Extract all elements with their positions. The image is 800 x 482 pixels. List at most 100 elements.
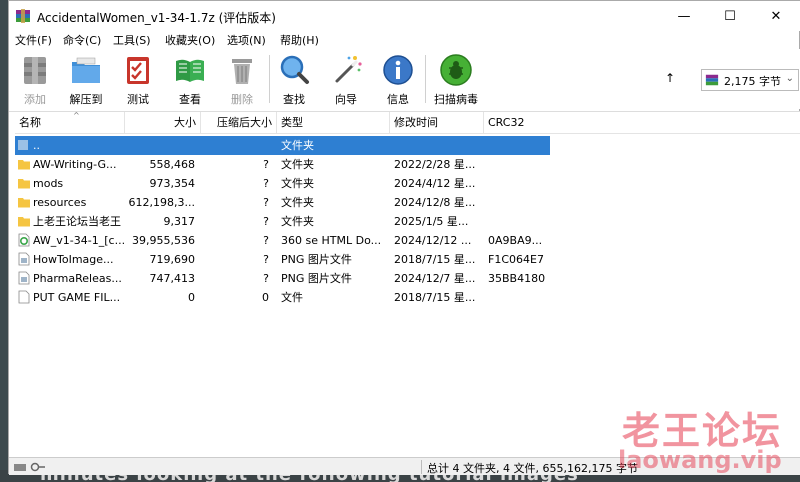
table-row[interactable]: AW-Writing-G... 558,468 ? 文件夹 2022/2/28 … (15, 155, 550, 174)
scan-virus-label: 扫描病毒 (434, 93, 478, 106)
cell-size (125, 136, 195, 155)
cell-name: resources (33, 196, 87, 209)
cell-packed: ? (263, 253, 269, 266)
column-header-packed[interactable]: 压缩后大小 (201, 112, 277, 134)
watermark-url: laowang.vip (618, 446, 782, 474)
cell-type: 文件夹 (281, 158, 314, 171)
cell-packed: ? (263, 158, 269, 171)
menu-file[interactable]: 文件(F) (15, 32, 52, 48)
chevron-down-icon: ⌄ (785, 73, 794, 84)
table-row[interactable]: .. 文件夹 (15, 136, 550, 155)
table-row[interactable]: HowToImage... 719,690 ? PNG 图片文件 2018/7/… (15, 250, 550, 269)
status-summary: 总计 4 文件夹, 4 文件, 655,162,175 字节 (427, 462, 638, 475)
up-arrow-icon[interactable]: ↑ (665, 71, 675, 85)
cell-modified (394, 136, 484, 155)
column-header-type[interactable]: 类型 (277, 112, 390, 134)
cell-name: 上老王论坛当老王 (33, 215, 121, 228)
close-button[interactable]: ✕ (753, 1, 799, 31)
maximize-button[interactable]: ☐ (707, 1, 753, 31)
search-icon (280, 55, 309, 84)
winrar-app-icon (16, 9, 30, 23)
delete-label: 删除 (231, 93, 253, 106)
size-dropdown[interactable]: 2,175 字节 ⌄ (701, 69, 799, 91)
table-row[interactable]: resources 612,198,3... ? 文件夹 2024/12/8 星… (15, 193, 550, 212)
cell-packed: ? (263, 234, 269, 247)
cell-modified: 2022/2/28 星... (394, 158, 476, 171)
minimize-button[interactable]: — (661, 1, 707, 31)
column-header-modified[interactable]: 修改时间 (390, 112, 484, 134)
cell-type: 文件夹 (281, 139, 314, 152)
add-button[interactable]: 添加 (12, 53, 58, 106)
toolbar-separator (425, 55, 426, 103)
cell-name: mods (33, 177, 64, 190)
magic-wand-icon (335, 56, 362, 83)
cell-modified: 2018/7/15 星... (394, 253, 476, 266)
folder-icon (18, 160, 30, 170)
virus-scan-icon (440, 54, 472, 86)
title-bar[interactable]: AccidentalWomen_v1-34-1.7z (评估版本) — ☐ ✕ (9, 1, 800, 31)
html-file-icon (18, 233, 30, 247)
image-file-icon (18, 271, 30, 285)
cell-modified: 2018/7/15 星... (394, 291, 476, 304)
column-header-name[interactable]: 名称 ^ (15, 111, 125, 134)
cell-modified: 2025/1/5 星... (394, 215, 469, 228)
cell-size: 612,198,3... (128, 196, 195, 209)
menu-commands[interactable]: 命令(C) (63, 32, 101, 48)
cell-type: PNG 图片文件 (281, 253, 352, 266)
table-row[interactable]: PUT GAME FIL... 0 0 文件 2018/7/15 星... (15, 288, 550, 307)
table-row[interactable]: AW_v1-34-1_[c... 39,955,536 ? 360 se HTM… (15, 231, 550, 250)
scan-virus-button[interactable]: 扫描病毒 (433, 53, 479, 106)
test-button[interactable]: 测试 (115, 53, 161, 106)
find-button[interactable]: 查找 (271, 53, 317, 106)
add-icon (24, 57, 46, 84)
cell-name: PUT GAME FIL... (33, 291, 121, 304)
cell-crc32 (488, 193, 550, 212)
cell-crc32 (488, 136, 550, 155)
test-clipboard-icon (127, 57, 149, 84)
image-file-icon (18, 252, 30, 266)
minimize-icon: — (677, 8, 691, 24)
cell-size: 973,354 (149, 177, 196, 190)
extract-to-button[interactable]: 解压到 (63, 53, 109, 106)
table-row[interactable]: 上老王论坛当老王 9,317 ? 文件夹 2025/1/5 星... (15, 212, 550, 231)
view-button[interactable]: 查看 (167, 53, 213, 106)
cell-name: AW-Writing-G... (33, 158, 117, 171)
wizard-button[interactable]: 向导 (323, 53, 369, 106)
column-header-size[interactable]: 大小 (125, 112, 201, 134)
cell-modified: 2024/12/12 ... (394, 234, 472, 247)
column-header-crc32[interactable]: CRC32 (484, 112, 550, 134)
folder-up-icon (18, 140, 28, 150)
drive-key-icon[interactable] (13, 460, 47, 474)
maximize-icon: ☐ (724, 8, 736, 24)
cell-name: .. (33, 139, 40, 152)
archive-icon (705, 74, 719, 86)
cell-type: 文件夹 (281, 215, 314, 228)
toolbar-separator (269, 55, 270, 103)
menu-options[interactable]: 选项(N) (227, 32, 266, 48)
view-book-icon (176, 59, 204, 82)
cell-crc32 (488, 212, 550, 231)
extract-folder-icon (72, 57, 100, 83)
cell-packed: 0 (262, 291, 269, 304)
menu-favorites[interactable]: 收藏夹(O) (165, 32, 215, 48)
cell-type: 文件 (281, 291, 303, 304)
menu-tools[interactable]: 工具(S) (113, 32, 151, 48)
info-label: 信息 (387, 93, 409, 106)
cell-crc32: 35BB4180 (488, 272, 546, 285)
cell-modified: 2024/12/8 星... (394, 196, 476, 209)
cell-packed: ? (263, 177, 269, 190)
cell-crc32: 0A9BA9... (488, 234, 543, 247)
cell-crc32 (488, 288, 550, 307)
trash-icon (232, 59, 252, 84)
add-label: 添加 (24, 93, 46, 106)
delete-button[interactable]: 删除 (219, 53, 265, 106)
info-button[interactable]: 信息 (375, 53, 421, 106)
menu-help[interactable]: 帮助(H) (280, 32, 319, 48)
window-title: AccidentalWomen_v1-34-1.7z (评估版本) (37, 11, 276, 25)
table-row[interactable]: PharmaReleas... 747,413 ? PNG 图片文件 2024/… (15, 269, 550, 288)
table-row[interactable]: mods 973,354 ? 文件夹 2024/4/12 星... (15, 174, 550, 193)
cell-crc32: F1C064E7 (488, 253, 544, 266)
cell-name: HowToImage... (33, 253, 114, 266)
cell-crc32 (488, 174, 550, 193)
cell-packed (201, 136, 269, 155)
